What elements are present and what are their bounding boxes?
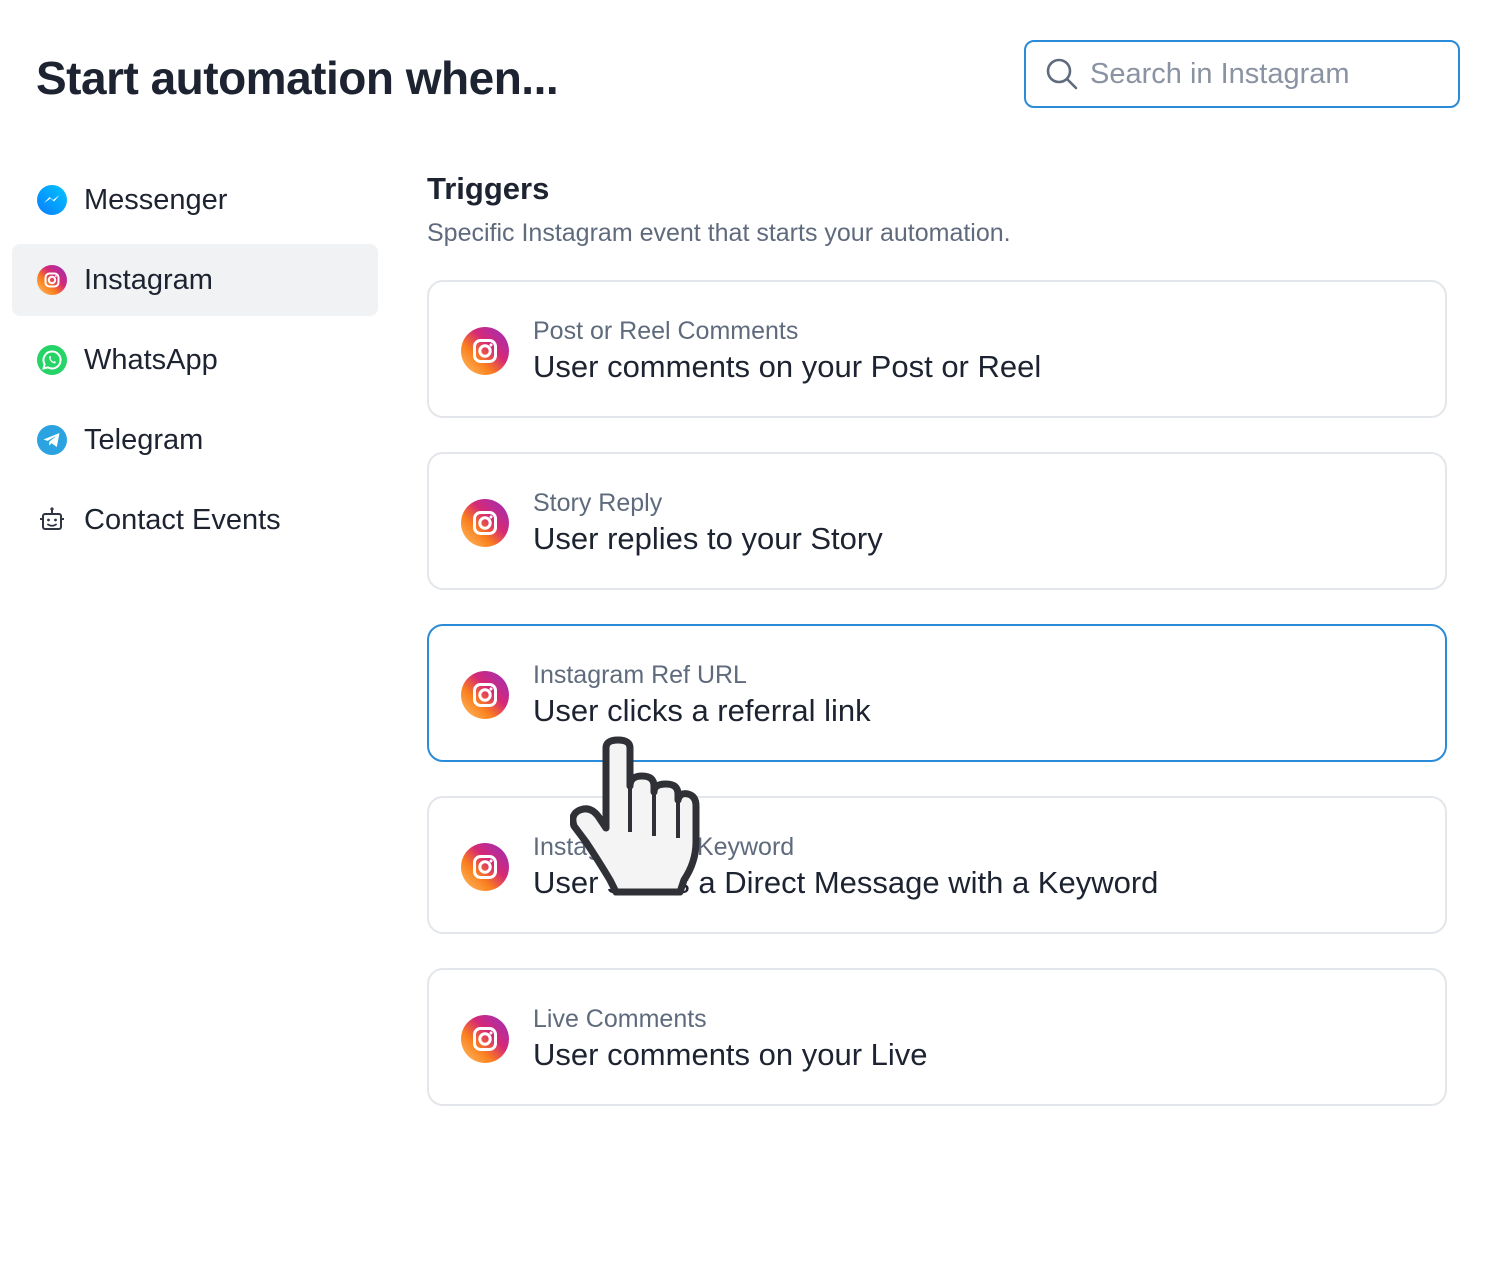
contact-events-icon <box>40 507 64 530</box>
trigger-title: User comments on your Post or Reel <box>533 349 1042 384</box>
trigger-kicker: Instagram DM Keyword <box>533 833 795 861</box>
instagram-icon <box>461 327 509 375</box>
sidebar-item-instagram[interactable]: Instagram <box>12 244 378 316</box>
search-icon <box>1046 58 1078 90</box>
whatsapp-icon <box>37 345 67 375</box>
trigger-card-story-reply[interactable]: Story Reply User replies to your Story <box>427 452 1447 590</box>
trigger-kicker: Live Comments <box>533 1005 707 1033</box>
trigger-title: User sends a Direct Message with a Keywo… <box>533 865 1159 900</box>
page-title: Start automation when... <box>36 52 559 104</box>
sidebar-item-telegram[interactable]: Telegram <box>12 404 378 476</box>
sidebar-item-whatsapp[interactable]: WhatsApp <box>12 324 378 396</box>
instagram-icon <box>461 843 509 891</box>
trigger-title: User replies to your Story <box>533 521 883 556</box>
sidebar-item-label: Instagram <box>84 263 213 296</box>
sidebar-item-messenger[interactable]: Messenger <box>12 164 378 236</box>
instagram-icon <box>37 265 67 295</box>
trigger-card-live-comments[interactable]: Live Comments User comments on your Live <box>427 968 1447 1106</box>
sidebar-item-contact-events[interactable]: Contact Events <box>12 484 378 556</box>
messenger-icon <box>37 185 67 215</box>
telegram-icon <box>37 425 67 455</box>
sidebar-item-label: Telegram <box>84 423 204 456</box>
trigger-card-ref-url[interactable]: Instagram Ref URL User clicks a referral… <box>427 624 1447 762</box>
trigger-card-post-comments[interactable]: Post or Reel Comments User comments on y… <box>427 280 1447 418</box>
sidebar: Messenger Instagram WhatsApp Telegram Co… <box>12 164 378 564</box>
trigger-kicker: Post or Reel Comments <box>533 317 799 345</box>
search-box[interactable] <box>1024 40 1460 108</box>
sidebar-item-label: Messenger <box>84 183 228 216</box>
trigger-kicker: Instagram Ref URL <box>533 661 747 689</box>
section-subtitle: Specific Instagram event that starts you… <box>427 219 1011 247</box>
trigger-kicker: Story Reply <box>533 489 663 517</box>
trigger-card-dm-keyword[interactable]: Instagram DM Keyword User sends a Direct… <box>427 796 1447 934</box>
instagram-icon <box>461 1015 509 1063</box>
trigger-title: User comments on your Live <box>533 1037 928 1072</box>
sidebar-item-label: WhatsApp <box>84 343 218 376</box>
instagram-icon <box>461 499 509 547</box>
section-title: Triggers <box>427 171 550 206</box>
trigger-title: User clicks a referral link <box>533 693 871 728</box>
search-input[interactable] <box>1090 57 1430 91</box>
sidebar-item-label: Contact Events <box>84 503 281 536</box>
instagram-icon <box>461 671 509 719</box>
